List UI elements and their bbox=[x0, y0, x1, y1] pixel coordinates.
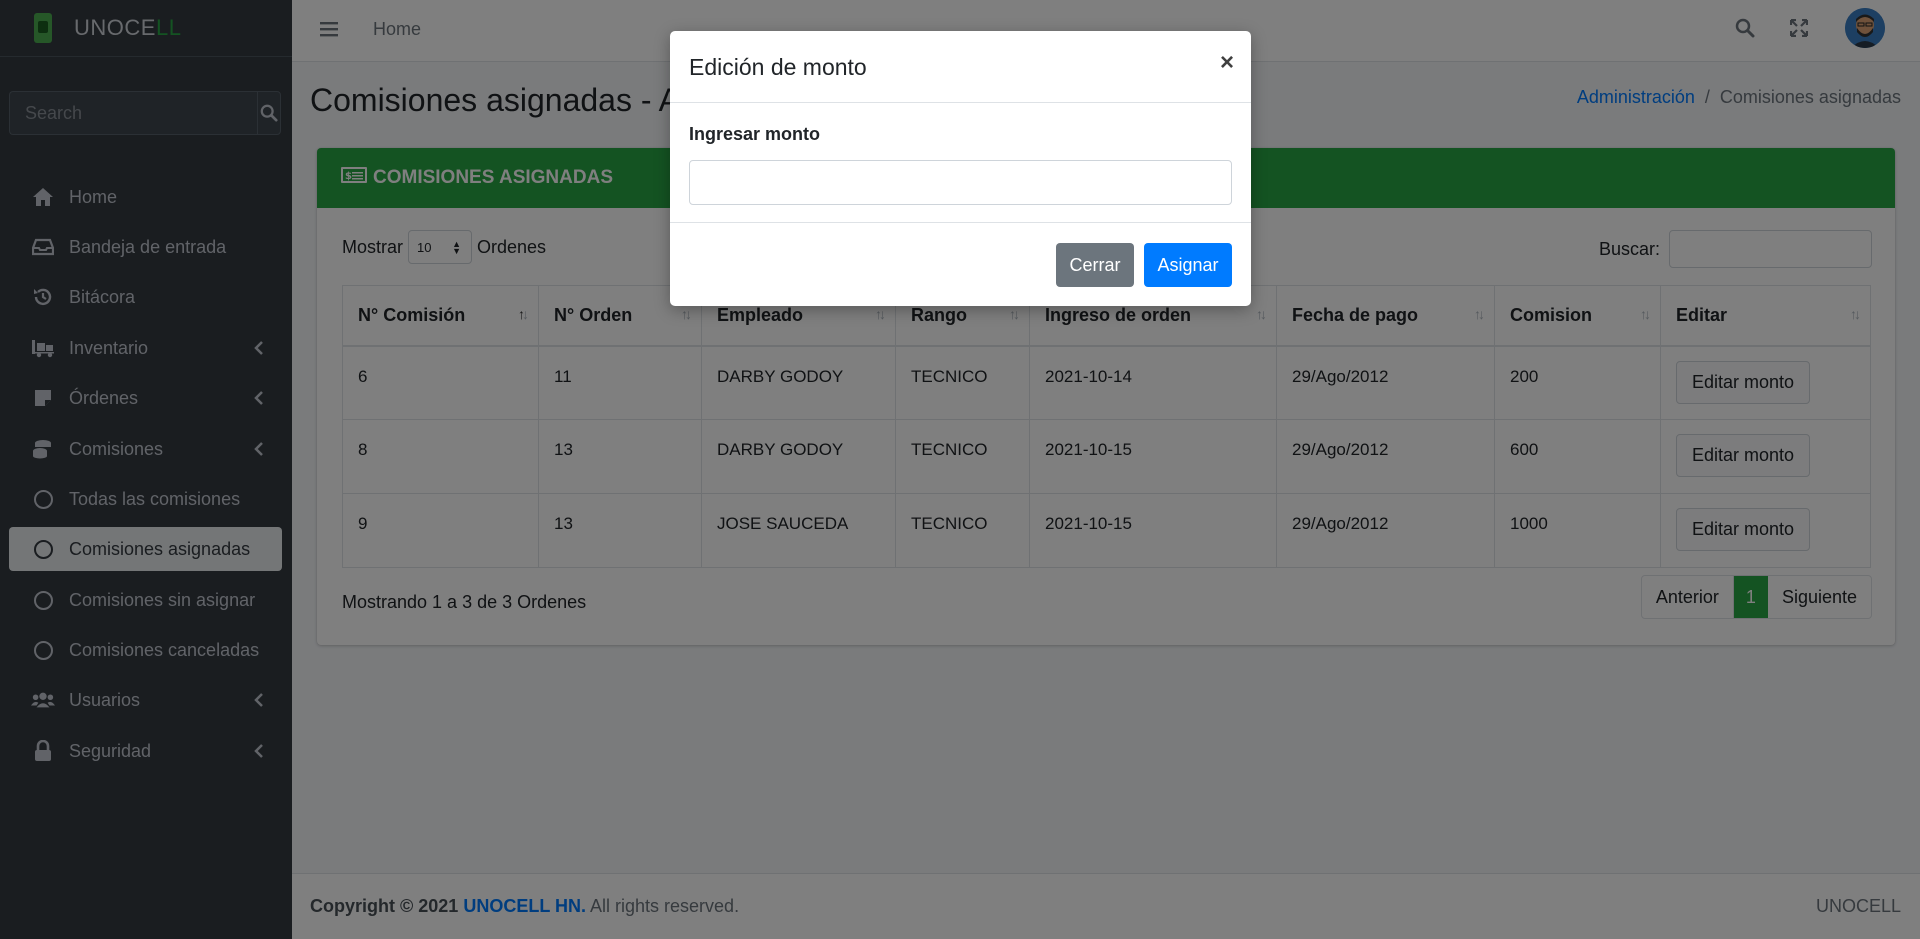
modal-header: Edición de monto × bbox=[670, 31, 1251, 103]
assign-button[interactable]: Asignar bbox=[1144, 243, 1232, 287]
edit-amount-modal: Edición de monto × Ingresar monto Cerrar… bbox=[670, 31, 1251, 306]
modal-title: Edición de monto bbox=[689, 54, 867, 80]
modal-body: Ingresar monto bbox=[670, 103, 1251, 223]
close-icon[interactable]: × bbox=[1220, 49, 1234, 77]
amount-input[interactable] bbox=[689, 160, 1232, 205]
close-button[interactable]: Cerrar bbox=[1056, 243, 1134, 287]
amount-label: Ingresar monto bbox=[689, 124, 821, 144]
